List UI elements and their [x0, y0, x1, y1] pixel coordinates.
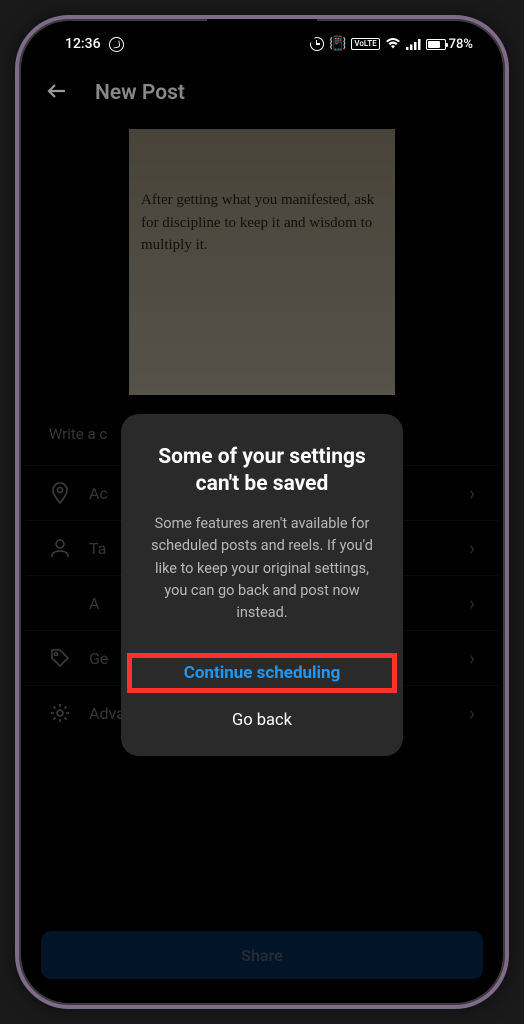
lte-icon: VoLTE — [351, 38, 379, 50]
notch — [207, 19, 317, 47]
volume-up-button — [15, 239, 19, 303]
power-button — [505, 239, 509, 329]
whatsapp-icon — [109, 37, 124, 52]
volume-down-button — [15, 319, 19, 383]
screen: 12:36 📳 VoLTE 78% — [25, 25, 499, 999]
continue-scheduling-button[interactable]: Continue scheduling — [141, 649, 383, 697]
back-arrow-icon[interactable] — [45, 79, 69, 107]
go-back-button[interactable]: Go back — [141, 697, 383, 734]
warning-dialog: Some of your settings can't be saved Som… — [121, 414, 403, 756]
vibrate-icon: 📳 — [329, 36, 346, 52]
dialog-secondary-label: Go back — [232, 711, 292, 730]
phone-frame: 12:36 📳 VoLTE 78% — [15, 15, 509, 1009]
dialog-body: Some features aren't available for sched… — [141, 513, 383, 625]
side-button — [15, 169, 19, 209]
dialog-primary-label: Continue scheduling — [184, 663, 341, 683]
page-title: New Post — [95, 81, 185, 105]
battery-icon: 78% — [426, 37, 473, 52]
header: New Post — [25, 63, 499, 123]
battery-percentage: 78% — [449, 37, 473, 52]
dialog-title: Some of your settings can't be saved — [141, 444, 383, 499]
status-time: 12:36 — [65, 36, 101, 52]
signal-icon — [406, 39, 421, 50]
wifi-icon — [385, 38, 401, 50]
